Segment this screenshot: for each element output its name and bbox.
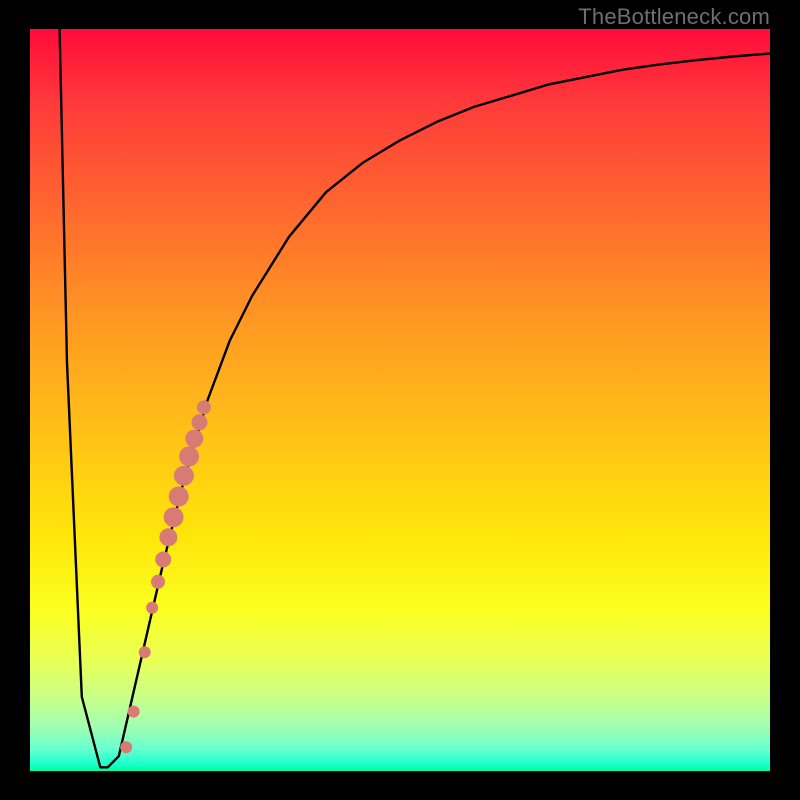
chart-marker	[164, 507, 184, 527]
chart-marker	[192, 414, 208, 430]
bottleneck-curve	[60, 29, 770, 767]
chart-marker	[155, 552, 171, 568]
chart-markers	[120, 400, 211, 753]
chart-plot-area	[30, 29, 770, 771]
chart-marker	[197, 400, 211, 414]
chart-frame: TheBottleneck.com	[0, 0, 800, 800]
chart-marker	[139, 646, 151, 658]
chart-marker	[120, 741, 132, 753]
chart-marker	[185, 430, 203, 448]
chart-marker	[174, 466, 194, 486]
chart-svg	[30, 29, 770, 771]
chart-marker	[128, 706, 140, 718]
chart-marker	[179, 446, 199, 466]
chart-marker	[151, 575, 165, 589]
chart-marker	[146, 602, 158, 614]
chart-marker	[159, 528, 177, 546]
watermark-text: TheBottleneck.com	[578, 4, 770, 30]
chart-marker	[169, 487, 189, 507]
